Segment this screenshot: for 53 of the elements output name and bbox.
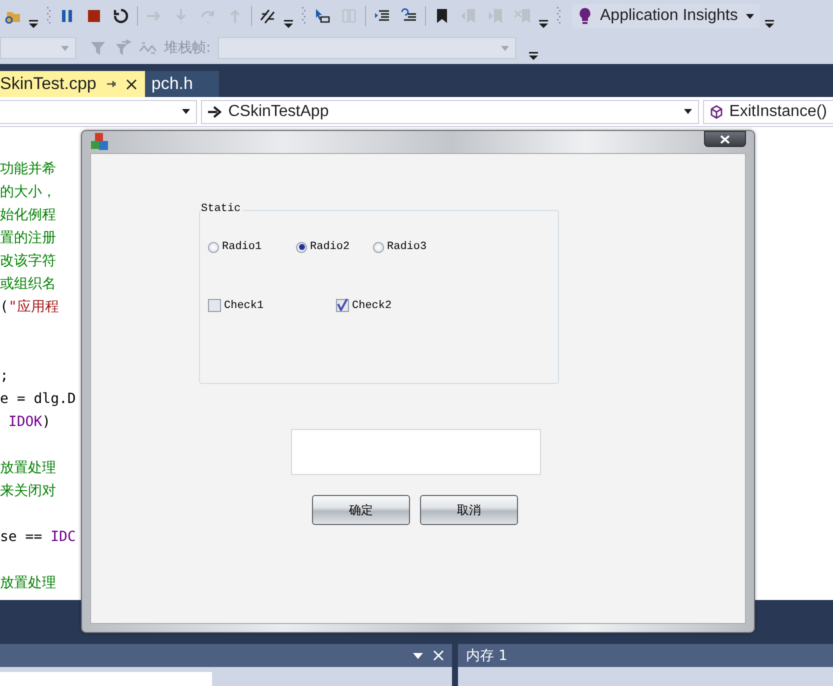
- code-line: ("应用程: [0, 298, 59, 317]
- code-line: 放置处理: [0, 574, 56, 593]
- code-line: 来关闭对: [0, 482, 56, 501]
- scope-dropdown[interactable]: CSkinTestApp: [201, 100, 700, 124]
- code-line: 放置处理: [0, 459, 56, 478]
- overflow-icon[interactable]: [284, 20, 293, 28]
- code-line: e = dlg.D: [0, 390, 76, 409]
- cube-icon: [710, 104, 724, 118]
- checkbox-option[interactable]: Check1: [208, 299, 336, 312]
- grip-handle[interactable]: [47, 6, 51, 26]
- grip-handle[interactable]: [302, 6, 306, 26]
- dropdown-icon[interactable]: [413, 652, 423, 658]
- grip-handle[interactable]: [557, 6, 561, 26]
- panel-title: 内存 1: [466, 646, 508, 664]
- close-icon[interactable]: [126, 78, 138, 90]
- code-line: 置的注册: [0, 229, 56, 248]
- code-line: 或组织名: [0, 275, 56, 294]
- overflow-icon[interactable]: [528, 52, 538, 60]
- application-insights-button[interactable]: Application Insights: [572, 4, 760, 28]
- ok-button[interactable]: 确定: [312, 495, 410, 525]
- checkbox-option[interactable]: Check2: [336, 299, 392, 312]
- member-dropdown[interactable]: ExitInstance(): [703, 100, 833, 124]
- lightbulb-icon: [578, 7, 592, 25]
- text-field[interactable]: [291, 429, 541, 475]
- overflow-icon[interactable]: [29, 20, 38, 28]
- code-line: ;: [0, 367, 8, 386]
- caret-icon: [61, 46, 69, 50]
- close-button[interactable]: [704, 131, 746, 147]
- code-line: 改该字符: [0, 252, 56, 271]
- caret-icon: [182, 109, 190, 114]
- pin-icon[interactable]: [106, 79, 116, 89]
- code-line: IDOK): [7, 413, 51, 432]
- checkmark-icon: [337, 298, 348, 311]
- app-icon: [90, 132, 110, 152]
- file-tab[interactable]: SkinTest.cpp: [0, 71, 146, 97]
- overflow-icon[interactable]: [764, 20, 774, 28]
- radio-option[interactable]: Radio1: [208, 241, 296, 253]
- code-line: 始化例程: [0, 206, 56, 225]
- code-line: 的大小，: [0, 183, 56, 202]
- overflow-icon[interactable]: [539, 20, 548, 28]
- arrow-icon: [208, 106, 222, 118]
- close-icon: [720, 134, 730, 144]
- code-line: 功能并希: [0, 160, 56, 179]
- radio-option[interactable]: Radio3: [373, 241, 427, 253]
- caret-icon: [684, 109, 692, 114]
- file-tab[interactable]: pch.h: [145, 71, 219, 97]
- search-field[interactable]: [0, 672, 212, 686]
- caret-icon: [500, 46, 509, 50]
- cancel-button[interactable]: 取消: [420, 495, 518, 525]
- caret-icon: [746, 14, 754, 18]
- stack-frame-label: 堆栈帧:: [164, 39, 211, 57]
- radio-option[interactable]: Radio2: [296, 241, 373, 253]
- code-line: se == IDC: [0, 528, 76, 547]
